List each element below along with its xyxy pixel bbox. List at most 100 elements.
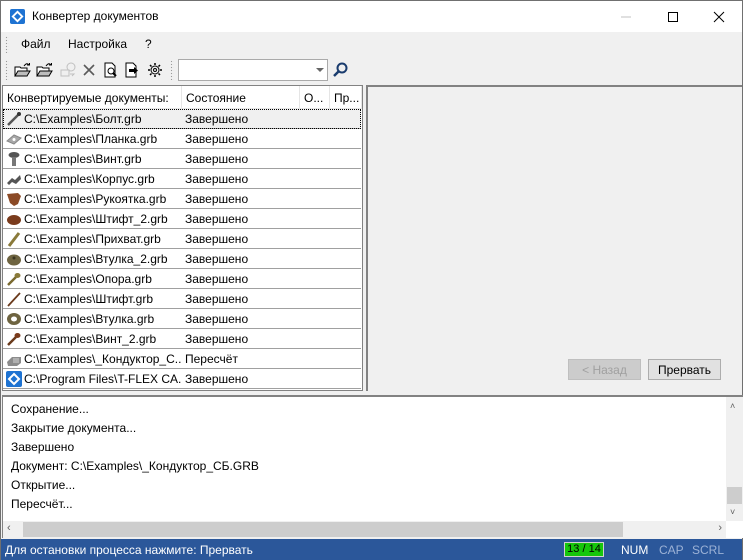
log-vertical-scrollbar[interactable]: ˄ ˅ (726, 397, 743, 521)
list-row[interactable]: C:\Examples\_Кондуктор_С... Пересчёт (3, 349, 361, 369)
wizard-panel: < Назад Прервать (366, 85, 742, 391)
scroll-up-icon[interactable]: ˄ (730, 401, 735, 411)
toolbar-grip[interactable] (5, 60, 9, 80)
list-rows: C:\Examples\Болт.grb Завершено C:\Exampl… (3, 109, 362, 389)
vertical-scroll-thumb[interactable] (727, 487, 742, 504)
list-row[interactable]: C:\Examples\Болт.grb Завершено (3, 109, 361, 129)
bolt-part-icon (7, 112, 21, 126)
document-state: Завершено (185, 312, 249, 326)
list-row[interactable]: C:\Examples\Корпус.grb Завершено (3, 169, 361, 189)
menu-help[interactable]: ? (145, 37, 152, 51)
preview-document-icon (104, 62, 117, 78)
log-line: Пересчёт... (11, 497, 73, 511)
column-header-state[interactable]: Состояние (182, 86, 300, 109)
open-folder-arrow-icon (36, 63, 53, 77)
toolbar-grip-2[interactable] (170, 60, 174, 80)
delete-x-icon (83, 64, 95, 76)
list-row[interactable]: C:\Examples\Винт_2.grb Завершено (3, 329, 361, 349)
convert-icon (60, 62, 76, 77)
num-lock-indicator: NUM (621, 543, 649, 557)
converter-window: Конвертер документов Файл Настройка ? Ко… (0, 0, 743, 560)
support-part-icon (7, 273, 21, 286)
list-row[interactable]: C:\Examples\Штифт_2.grb Завершено (3, 209, 361, 229)
documents-list[interactable]: Конвертируемые документы: Состояние О...… (2, 85, 363, 391)
document-path: C:\Examples\Втулка_2.grb (24, 252, 168, 266)
list-row[interactable]: C:\Examples\Втулка.grb Завершено (3, 309, 361, 329)
tflex-app-icon (10, 9, 25, 24)
list-row[interactable]: C:\Program Files\T-FLEX CA... Завершено (3, 369, 361, 389)
menu-bar: Файл Настройка ? (1, 32, 742, 56)
search-button[interactable] (329, 59, 351, 81)
document-path: C:\Examples\Винт_2.grb (24, 332, 157, 346)
screw2-part-icon (7, 333, 21, 346)
list-row[interactable]: C:\Examples\Втулка_2.grb Завершено (3, 249, 361, 269)
list-row[interactable]: C:\Examples\Прихват.grb Завершено (3, 229, 361, 249)
document-state: Завершено (185, 212, 249, 226)
maximize-icon (668, 11, 678, 22)
status-bar: Для остановки процесса нажмите: Прервать… (1, 539, 742, 560)
document-path: C:\Examples\Планка.grb (24, 132, 158, 146)
list-header: Конвертируемые документы: Состояние О...… (3, 86, 362, 109)
document-path: C:\Examples\Втулка.grb (24, 312, 155, 326)
log-panel: Сохранение... Закрытие документа... Заве… (2, 395, 743, 538)
menu-file[interactable]: Файл (21, 37, 51, 51)
list-row[interactable]: C:\Examples\Штифт.grb Завершено (3, 289, 361, 309)
column-header-documents[interactable]: Конвертируемые документы: (3, 86, 182, 109)
log-horizontal-scrollbar[interactable]: ‹ › (3, 521, 726, 538)
convert-button[interactable] (57, 59, 79, 81)
settings-button[interactable] (144, 59, 166, 81)
assembly-part-icon (7, 357, 21, 366)
document-path: C:\Examples\Опора.grb (24, 272, 152, 286)
tflex-app-icon (6, 371, 22, 387)
open-folder-recursive-button[interactable] (34, 59, 56, 81)
menu-grip[interactable] (5, 36, 9, 53)
log-line: Завершено (11, 440, 75, 454)
column-header-pr[interactable]: Пр... (330, 86, 362, 109)
progress-counter: 13 / 14 (564, 542, 604, 557)
chevron-down-icon[interactable] (316, 68, 324, 72)
abort-button[interactable]: Прервать (648, 359, 721, 380)
list-row[interactable]: C:\Examples\Опора.grb Завершено (3, 269, 361, 289)
scroll-left-icon[interactable]: ‹ (7, 522, 11, 534)
document-state: Завершено (185, 192, 249, 206)
maximize-button[interactable] (650, 1, 696, 32)
export-icon (125, 62, 138, 78)
back-button[interactable]: < Назад (568, 359, 641, 380)
column-header-o[interactable]: О... (300, 86, 330, 109)
document-path: C:\Examples\Рукоятка.grb (24, 192, 167, 206)
plate-part-icon (6, 134, 22, 145)
pin2-part-icon (7, 215, 21, 225)
export-button[interactable] (122, 59, 144, 81)
status-text: Для остановки процесса нажмите: Прервать (5, 543, 253, 557)
minimize-button[interactable] (603, 1, 649, 32)
log-line: Открытие... (11, 478, 76, 492)
scroll-lock-indicator: SCRL (692, 543, 725, 557)
search-combobox[interactable] (178, 59, 328, 81)
document-path: C:\Examples\Винт.grb (24, 152, 142, 166)
clamp-part-icon (7, 232, 21, 247)
list-row[interactable]: C:\Examples\Планка.grb Завершено (3, 129, 361, 149)
bushing-part-icon (7, 313, 21, 325)
screw-part-icon (8, 152, 20, 166)
horizontal-scroll-thumb[interactable] (23, 522, 623, 537)
document-state: Завершено (185, 112, 249, 126)
open-folder-button[interactable] (12, 59, 34, 81)
delete-button[interactable] (78, 59, 100, 81)
document-state: Завершено (185, 172, 249, 186)
list-row[interactable]: C:\Examples\Винт.grb Завершено (3, 149, 361, 169)
menu-settings[interactable]: Настройка (68, 37, 127, 51)
list-row[interactable]: C:\Examples\Рукоятка.grb Завершено (3, 189, 361, 209)
log-line: Документ: C:\Examples\_Кондуктор_СБ.GRB (11, 459, 259, 473)
title-bar: Конвертер документов (1, 1, 742, 32)
minimize-icon (621, 16, 631, 17)
close-icon (713, 11, 725, 22)
close-button[interactable] (696, 1, 742, 32)
preview-button[interactable] (100, 59, 122, 81)
window-title: Конвертер документов (32, 9, 159, 23)
document-state: Завершено (185, 152, 249, 166)
scroll-down-icon[interactable]: ˅ (730, 507, 735, 517)
document-state: Завершено (185, 132, 249, 146)
document-state: Завершено (185, 372, 249, 386)
scroll-right-icon[interactable]: › (718, 522, 722, 534)
document-state: Завершено (185, 272, 249, 286)
